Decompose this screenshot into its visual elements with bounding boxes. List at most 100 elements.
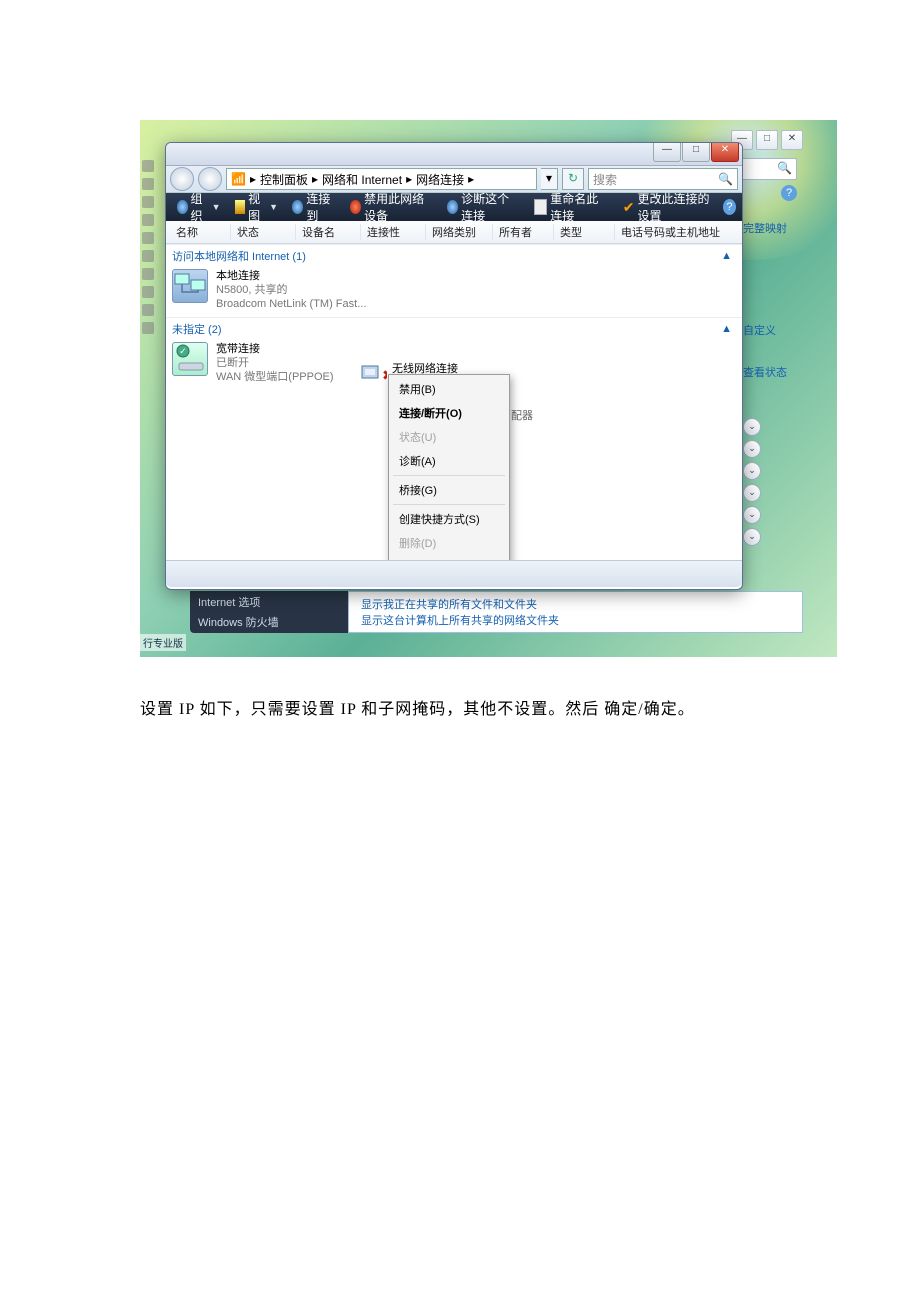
ctx-connect-disconnect[interactable]: 连接/断开(O): [389, 401, 509, 425]
separator: [393, 475, 505, 476]
bc-sep: ▸: [406, 172, 412, 186]
network-connections-window: — □ ✕ 📶 ▸ 控制面板 ▸ 网络和 Internet ▸ 网络连接 ▸: [165, 142, 743, 590]
conn-title: 宽带连接: [216, 342, 334, 356]
collapse-icon[interactable]: ▲: [721, 323, 732, 335]
folder-icon: 📶: [231, 172, 246, 186]
link-view-status[interactable]: 查看状态: [743, 364, 803, 380]
dock-label: 行专业版: [140, 634, 186, 651]
document-caption: 设置 IP 如下，只需要设置 IP 和子网掩码，其他不设置。然后 确定/确定。: [140, 695, 920, 719]
chevron-down-icon[interactable]: ⌄: [743, 528, 761, 546]
connection-local[interactable]: 本地连接 N5800, 共享的 Broadcom NetLink (TM) Fa…: [166, 267, 742, 317]
chevron-down-icon[interactable]: ⌄: [743, 462, 761, 480]
separator: [393, 504, 505, 505]
svg-text:✖: ✖: [382, 367, 387, 383]
outer-bottom-panel: Internet 选项 Windows 防火墙 显示我正在共享的所有文件和文件夹…: [190, 591, 803, 633]
chevron-down-icon[interactable]: ⌄: [743, 506, 761, 524]
tb-view[interactable]: 视图▼: [230, 188, 284, 226]
col-device[interactable]: 设备名: [296, 224, 361, 240]
help-icon[interactable]: ?: [723, 199, 736, 215]
tb-rename[interactable]: 重命名此连接: [529, 188, 614, 226]
statusbar: [166, 560, 742, 587]
link-full-map[interactable]: 完整映射: [743, 220, 803, 236]
broadband-icon: ✓: [172, 342, 208, 376]
outer-close-button[interactable]: ✕: [781, 130, 803, 150]
bc-sep: ▸: [250, 172, 256, 186]
tb-change-settings[interactable]: ✔更改此连接的设置: [618, 188, 719, 226]
svg-text:✓: ✓: [179, 346, 187, 356]
check-icon: ✔: [623, 199, 635, 216]
ctx-bridge[interactable]: 桥接(G): [389, 478, 509, 502]
taskbar-left: [140, 120, 156, 657]
search-icon: 🔍: [777, 161, 792, 175]
outer-right-panel: 完整映射 自定义 查看状态 ⌄ ⌄ ⌄ ⌄ ⌄ ⌄: [743, 180, 803, 657]
conn-title: 本地连接: [216, 269, 366, 283]
col-phone[interactable]: 电话号码或主机地址: [615, 224, 742, 240]
link-internet-options[interactable]: Internet 选项: [198, 594, 348, 610]
link-show-shared-folders[interactable]: 显示这台计算机上所有共享的网络文件夹: [361, 612, 802, 628]
bc-sep: ▸: [468, 172, 474, 186]
link-customize[interactable]: 自定义: [743, 322, 803, 338]
outer-maximize-button[interactable]: □: [756, 130, 778, 150]
conn-subtitle: 已断开: [216, 356, 334, 370]
conn-device: Broadcom NetLink (TM) Fast...: [216, 297, 366, 311]
organize-icon: [177, 200, 188, 214]
tb-disable[interactable]: 禁用此网络设备: [345, 188, 438, 226]
bc-seg1[interactable]: 控制面板: [260, 171, 308, 188]
link-show-shared-files[interactable]: 显示我正在共享的所有文件和文件夹: [361, 596, 802, 612]
conn-device: WAN 微型端口(PPPOE): [216, 370, 334, 384]
bc-seg2[interactable]: 网络和 Internet: [322, 171, 402, 188]
breadcrumb-dropdown[interactable]: ▾: [541, 168, 558, 190]
network-adapter-icon: [172, 269, 208, 303]
wireless-adapter-icon[interactable]: ✖: [361, 360, 387, 384]
search-input[interactable]: 搜索 🔍: [588, 168, 738, 190]
titlebar[interactable]: — □ ✕: [166, 143, 742, 166]
chevron-down-icon[interactable]: ⌄: [743, 440, 761, 458]
chevron-down-icon[interactable]: ⌄: [743, 484, 761, 502]
connection-list: 访问本地网络和 Internet (1)▲ 本地连接 N5800, 共享的 Br…: [166, 244, 742, 560]
breadcrumb[interactable]: 📶 ▸ 控制面板 ▸ 网络和 Internet ▸ 网络连接 ▸: [226, 168, 537, 190]
disable-icon: [350, 200, 361, 214]
group-unspecified[interactable]: 未指定 (2)▲: [166, 317, 742, 340]
col-owner[interactable]: 所有者: [493, 224, 554, 240]
col-type[interactable]: 类型: [554, 224, 615, 240]
collapse-icon[interactable]: ▲: [721, 250, 732, 262]
ctx-rename[interactable]: 重命名(M): [389, 555, 509, 560]
col-name[interactable]: 名称: [170, 224, 231, 240]
refresh-button[interactable]: ↻: [562, 168, 584, 190]
connect-icon: [292, 200, 303, 214]
outer-bottom-links: 显示我正在共享的所有文件和文件夹 显示这台计算机上所有共享的网络文件夹: [348, 591, 803, 633]
minimize-button[interactable]: —: [653, 143, 681, 162]
group-local-network[interactable]: 访问本地网络和 Internet (1)▲: [166, 244, 742, 267]
col-category[interactable]: 网络类别: [426, 224, 493, 240]
ctx-create-shortcut[interactable]: 创建快捷方式(S): [389, 507, 509, 531]
column-headers[interactable]: 名称 状态 设备名 连接性 网络类别 所有者 类型 电话号码或主机地址: [166, 221, 742, 244]
caret-icon: ▼: [269, 202, 278, 212]
chevron-down-icon[interactable]: ⌄: [743, 418, 761, 436]
screenshot: 行专业版 — □ ✕ 🔍 ? 完整映射 自定义 查看状态 ⌄ ⌄ ⌄ ⌄ ⌄ ⌄: [140, 120, 837, 657]
tb-diagnose[interactable]: 诊断这个连接: [442, 188, 525, 226]
tb-organize[interactable]: 组织▼: [172, 188, 226, 226]
close-button[interactable]: ✕: [711, 143, 739, 162]
caret-icon: ▼: [212, 202, 221, 212]
ctx-status: 状态(U): [389, 425, 509, 449]
outer-left-links: Internet 选项 Windows 防火墙: [190, 591, 348, 633]
search-placeholder: 搜索: [593, 171, 617, 188]
context-menu: 禁用(B) 连接/断开(O) 状态(U) 诊断(A) 桥接(G) 创建快捷方式(…: [388, 374, 510, 560]
ctx-diagnose[interactable]: 诊断(A): [389, 449, 509, 473]
conn-subtitle: N5800, 共享的: [216, 283, 366, 297]
ctx-disable[interactable]: 禁用(B): [389, 377, 509, 401]
command-bar: 组织▼ 视图▼ 连接到 禁用此网络设备 诊断这个连接 重命名此连接 ✔更改此连接…: [166, 193, 742, 221]
search-icon: 🔍: [718, 172, 733, 186]
view-icon: [235, 200, 246, 214]
ctx-delete: 删除(D): [389, 531, 509, 555]
maximize-button[interactable]: □: [682, 143, 710, 162]
bc-sep: ▸: [312, 172, 318, 186]
tb-connect-to[interactable]: 连接到: [287, 188, 341, 226]
diagnose-icon: [447, 200, 458, 214]
col-connectivity[interactable]: 连接性: [361, 224, 426, 240]
bc-seg3[interactable]: 网络连接: [416, 171, 464, 188]
link-windows-firewall[interactable]: Windows 防火墙: [198, 614, 348, 630]
col-status[interactable]: 状态: [231, 224, 296, 240]
connection-wireless-adapter-suffix: 配器: [511, 407, 533, 423]
rename-icon: [534, 199, 547, 215]
